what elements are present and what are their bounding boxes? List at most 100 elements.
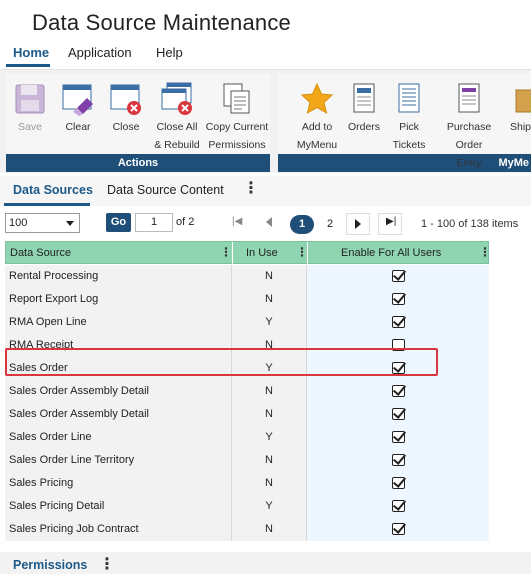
tab-data-sources[interactable]: Data Sources (13, 183, 93, 197)
copy-documents-icon (223, 83, 250, 114)
table-row[interactable]: Sales Pricing Detail Y (5, 495, 489, 518)
close-window-icon (110, 84, 141, 115)
enable-for-all-users-checkbox[interactable] (392, 270, 405, 282)
tab-data-source-content[interactable]: Data Source Content (107, 183, 224, 197)
enable-for-all-users-cell (307, 403, 489, 426)
data-source-cell: Sales Order Line Territory (5, 449, 232, 472)
menu-help[interactable]: Help (156, 45, 183, 60)
first-page-icon[interactable]: |◀ (232, 216, 242, 227)
enable-for-all-users-checkbox[interactable] (392, 431, 405, 443)
copy-current-permissions-button[interactable]: Copy Current Permissions (205, 82, 269, 154)
actions-group-label: Actions (6, 154, 270, 172)
copy-permissions-label-1: Copy Current (205, 121, 269, 133)
table-row[interactable]: Sales Pricing N (5, 472, 489, 495)
data-source-cell: Sales Pricing Job Contract (5, 518, 232, 541)
close-all-label-2: & Rebuild (154, 139, 200, 151)
selection-highlight (5, 348, 438, 376)
in-use-cell: N (232, 472, 307, 495)
table-row[interactable]: Sales Pricing Job Contract N (5, 518, 489, 541)
in-use-cell: N (232, 380, 307, 403)
pick-label-2: Tickets (392, 139, 426, 151)
enable-for-all-users-checkbox[interactable] (392, 385, 405, 397)
purchase-order-icon (458, 83, 480, 113)
column-divider (307, 242, 308, 265)
close-button[interactable]: Close (106, 82, 146, 136)
enable-for-all-users-checkbox[interactable] (392, 500, 405, 512)
enable-for-all-users-checkbox[interactable] (392, 477, 405, 489)
table-row[interactable]: Sales Order Line Y (5, 426, 489, 449)
in-use-cell: Y (232, 311, 307, 334)
ship-button[interactable]: Ship (510, 82, 531, 136)
add-to-mymenu-button[interactable]: Add to MyMenu (294, 82, 340, 154)
enable-for-all-users-checkbox[interactable] (392, 316, 405, 328)
table-row[interactable]: Sales Order Line Territory N (5, 449, 489, 472)
enable-for-all-users-cell (307, 380, 489, 403)
column-header-data-source[interactable]: Data Source (10, 247, 71, 259)
clear-button[interactable]: Clear (58, 82, 98, 136)
page-size-value: 100 (9, 217, 28, 229)
chevron-down-icon (66, 221, 74, 226)
enable-for-all-users-cell (307, 495, 489, 518)
pick-label-1: Pick (399, 121, 419, 133)
column-header-in-use[interactable]: In Use (246, 247, 278, 259)
data-source-cell: RMA Open Line (5, 311, 232, 334)
page-count-text: of 2 (176, 216, 195, 228)
table-row[interactable]: RMA Open Line Y (5, 311, 489, 334)
close-all-rebuild-button[interactable]: Close All & Rebuild (153, 82, 201, 154)
close-label: Close (112, 121, 140, 133)
star-icon (300, 82, 334, 115)
enable-for-all-users-checkbox[interactable] (392, 293, 405, 305)
purchase-order-entry-button[interactable]: Purchase Order Entry (432, 82, 506, 172)
enable-for-all-users-cell (307, 472, 489, 495)
pick-tickets-button[interactable]: Pick Tickets (388, 82, 430, 154)
go-button[interactable]: Go (106, 213, 131, 232)
column-divider (232, 242, 233, 265)
eraser-window-icon (62, 84, 93, 116)
enable-for-all-users-checkbox[interactable] (392, 454, 405, 466)
next-page-icon (355, 219, 361, 229)
column-header-enable-for-all-users[interactable]: Enable For All Users (341, 247, 441, 259)
enable-for-all-users-checkbox[interactable] (392, 523, 405, 535)
in-use-cell: N (232, 265, 307, 288)
page-size-select[interactable]: 100 (5, 213, 80, 233)
in-use-cell: Y (232, 495, 307, 518)
enable-for-all-users-cell (307, 449, 489, 472)
enable-for-all-users-cell (307, 265, 489, 288)
column-menu-icon[interactable]: ⋮ (220, 245, 232, 259)
floppy-disk-icon (15, 84, 45, 114)
enable-for-all-users-cell (307, 426, 489, 449)
in-use-cell: N (232, 403, 307, 426)
menu-bar: Home Application Help (0, 40, 531, 66)
enable-for-all-users-cell (307, 311, 489, 334)
menu-home[interactable]: Home (13, 45, 49, 60)
close-all-windows-icon (161, 82, 192, 115)
enable-for-all-users-cell (307, 518, 489, 541)
tabs-more-icon[interactable]: ⋮ (243, 181, 259, 197)
add-mymenu-label-1: Add to (301, 121, 333, 133)
table-row[interactable]: Sales Order Assembly Detail N (5, 403, 489, 426)
save-button[interactable]: Save (10, 82, 50, 136)
menu-application[interactable]: Application (68, 45, 132, 60)
previous-page-icon[interactable] (266, 217, 272, 227)
page-title: Data Source Maintenance (32, 10, 291, 35)
data-source-cell: Sales Order Line (5, 426, 232, 449)
column-menu-icon[interactable]: ⋮ (479, 245, 491, 259)
table-row[interactable]: Rental Processing N (5, 265, 489, 288)
orders-button[interactable]: Orders (344, 82, 384, 136)
permissions-tab[interactable]: Permissions (13, 558, 87, 572)
permissions-more-icon[interactable]: ⋮ (99, 557, 115, 573)
in-use-cell: Y (232, 426, 307, 449)
po-label-1: Purchase Order (446, 121, 492, 151)
copy-permissions-label-2: Permissions (208, 139, 266, 151)
page-button-1[interactable]: 1 (290, 215, 314, 234)
page-button-2[interactable]: 2 (318, 215, 342, 234)
table-row[interactable]: Report Export Log N (5, 288, 489, 311)
ship-label: Ship (510, 121, 531, 133)
po-label-2: Entry (456, 157, 482, 169)
page-number-input[interactable]: 1 (135, 213, 173, 232)
clear-label: Clear (65, 121, 91, 133)
enable-for-all-users-checkbox[interactable] (392, 408, 405, 420)
save-label: Save (18, 121, 42, 133)
in-use-cell: N (232, 518, 307, 541)
table-row[interactable]: Sales Order Assembly Detail N (5, 380, 489, 403)
